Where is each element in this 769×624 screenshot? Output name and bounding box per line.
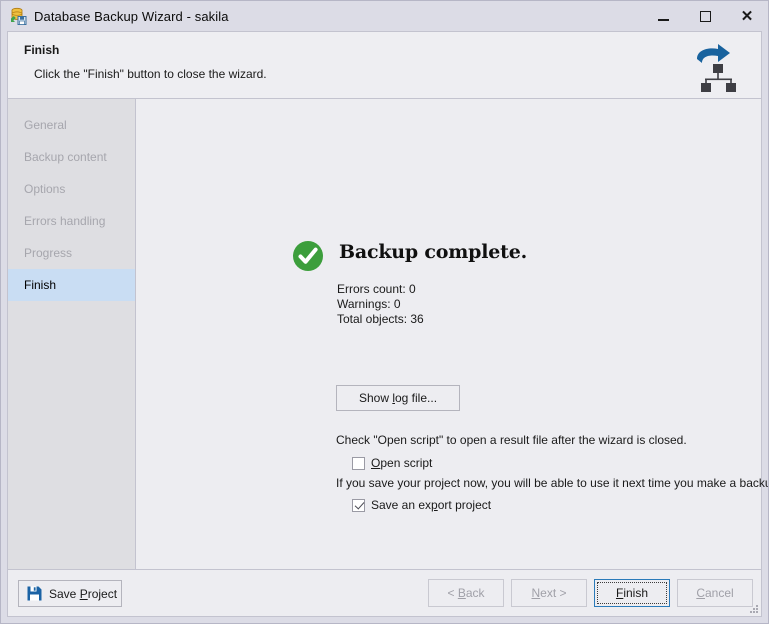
page-subtitle: Click the "Finish" button to close the w…: [34, 67, 267, 81]
open-script-hint: Check "Open script" to open a result fil…: [336, 433, 687, 447]
sidebar-item-finish[interactable]: Finish: [8, 269, 135, 301]
window-title: Database Backup Wizard - sakila: [34, 8, 229, 24]
save-project-button[interactable]: Save Project: [18, 580, 122, 607]
sidebar-item-backup-content[interactable]: Backup content: [8, 141, 135, 173]
stat-errors-count: Errors count: 0: [337, 282, 416, 296]
show-log-file-button[interactable]: Show log file...: [336, 385, 460, 411]
backup-stats: Errors count: 0 Warnings: 0 Total object…: [337, 282, 424, 327]
save-export-project-checkbox[interactable]: [352, 498, 365, 512]
sidebar-item-errors-handling[interactable]: Errors handling: [8, 205, 135, 237]
floppy-disk-icon: [27, 586, 42, 601]
back-button[interactable]: < Back: [428, 579, 504, 607]
page-title: Finish: [24, 43, 60, 57]
share-network-icon: [691, 42, 743, 92]
save-export-project-label: Save an export project: [371, 498, 492, 512]
minimize-button[interactable]: [642, 1, 684, 31]
window-controls: ✕: [642, 1, 768, 31]
status-block: Backup complete.: [292, 240, 527, 272]
close-button[interactable]: ✕: [726, 1, 768, 31]
sidebar-item-general[interactable]: General: [8, 109, 135, 141]
database-backup-wizard-window: Database Backup Wizard - sakila ✕ Finish…: [0, 0, 769, 624]
minimize-icon: [657, 18, 669, 21]
sidebar-item-options[interactable]: Options: [8, 173, 135, 205]
success-check-icon: [292, 240, 324, 272]
title-bar[interactable]: Database Backup Wizard - sakila ✕: [1, 1, 768, 31]
save-project-label: Save Project: [49, 586, 118, 601]
status-title: Backup complete.: [339, 241, 528, 263]
maximize-icon: [699, 10, 711, 22]
wizard-footer: Save Project < Back Next > Finish Cancel: [7, 569, 762, 617]
cancel-button-label: Cancel: [696, 586, 734, 600]
focus-ring: [597, 582, 667, 604]
wizard-body: General Backup content Options Errors ha…: [7, 99, 768, 569]
next-button-label: Next >: [531, 586, 567, 600]
maximize-button[interactable]: [684, 1, 726, 31]
finish-button[interactable]: Finish: [594, 579, 670, 607]
navigation-buttons: < Back Next > Finish Cancel: [428, 579, 753, 607]
open-script-checkbox[interactable]: [352, 456, 365, 470]
close-icon: ✕: [740, 7, 754, 25]
save-export-project-checkbox-row[interactable]: Save an export project: [352, 498, 491, 512]
stat-total-objects: Total objects: 36: [337, 312, 424, 326]
show-log-file-label: Show log file...: [358, 391, 438, 405]
database-backup-icon: [9, 7, 27, 25]
stat-warnings: Warnings: 0: [337, 297, 401, 311]
wizard-steps-sidebar: General Backup content Options Errors ha…: [8, 99, 136, 569]
cancel-button[interactable]: Cancel: [677, 579, 753, 607]
resize-grip[interactable]: [747, 602, 759, 614]
wizard-header: Finish Click the "Finish" button to clos…: [7, 31, 762, 99]
back-button-label: < Back: [447, 586, 485, 600]
open-script-checkbox-row[interactable]: Open script: [352, 456, 432, 470]
wizard-content: Backup complete. Errors count: 0 Warning…: [136, 99, 768, 569]
sidebar-item-progress[interactable]: Progress: [8, 237, 135, 269]
save-project-hint: If you save your project now, you will b…: [336, 476, 769, 490]
open-script-label: Open script: [371, 456, 433, 470]
next-button[interactable]: Next >: [511, 579, 587, 607]
